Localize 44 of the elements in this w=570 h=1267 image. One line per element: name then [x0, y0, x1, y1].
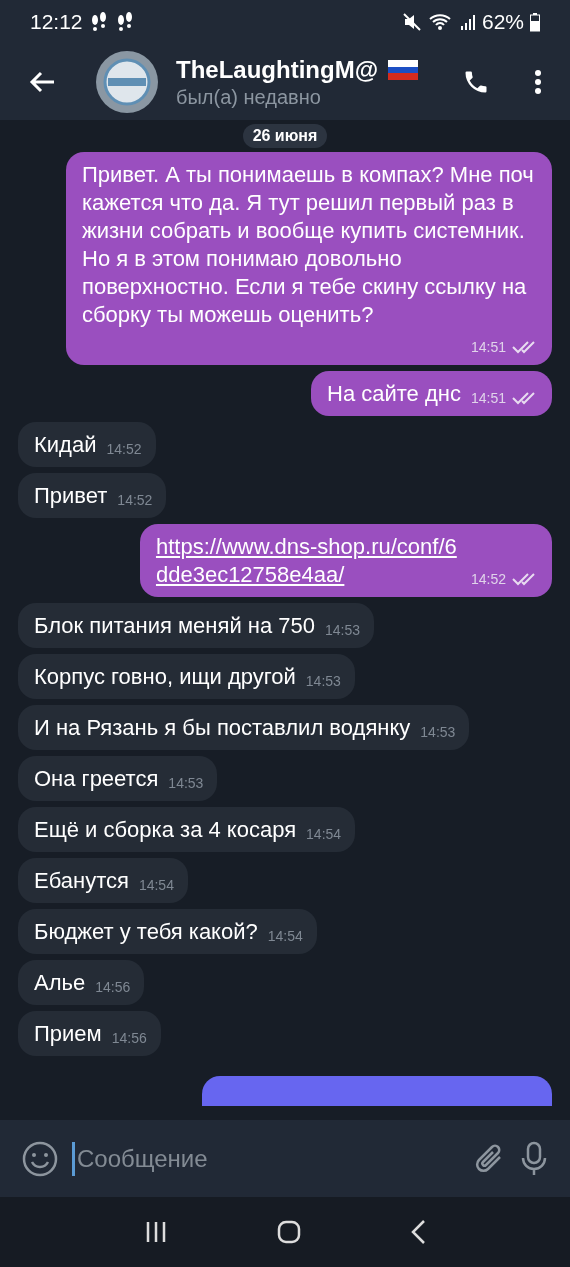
message-time: 14:53	[168, 774, 204, 793]
message-text: Ебанутся	[34, 867, 129, 895]
message-time: 14:52	[470, 570, 506, 589]
message-time: 14:54	[267, 927, 303, 946]
back-icon[interactable]	[409, 1219, 426, 1245]
message-text: На сайте днс	[327, 380, 461, 408]
message-text: Прием	[34, 1020, 102, 1048]
message-text: Привет. А ты понимаешь в компах? Мне поч кажется что да. Я тут решил первый раз в жизни собрать и вообще купить системник. Но я в этом понимаю довольно поверхностно. Если я тебе скину ссылку на сборку ты можешь оценить?	[82, 161, 535, 329]
message-time: 14:56	[111, 1029, 147, 1048]
battery-percent: 62%	[481, 10, 524, 34]
message-text: Кидай	[34, 431, 97, 459]
message-time: 14:54	[306, 825, 342, 844]
mute-icon	[401, 12, 422, 32]
back-arrow-icon[interactable]	[28, 70, 56, 94]
message-time: 14:53	[420, 723, 456, 742]
message-time: 14:52	[106, 440, 142, 459]
date-label: 26 июня	[242, 124, 328, 148]
more-menu-icon[interactable]	[534, 69, 542, 95]
message-time: 14:52	[117, 491, 153, 510]
message-text: Бюджет у тебя какой?	[34, 918, 258, 946]
home-icon[interactable]	[277, 1220, 301, 1244]
message-text: Алье	[34, 969, 86, 997]
message-time: 14:51	[470, 338, 506, 357]
message-text: Она греется	[34, 765, 159, 793]
chat-title: TheLaughtingM@	[176, 55, 379, 84]
message-time: 14:51	[470, 389, 506, 408]
message-time: 14:56	[95, 978, 131, 997]
signal-icon	[459, 12, 476, 32]
battery-icon	[530, 12, 540, 32]
last-seen-status: был(а) недавно	[176, 85, 322, 109]
message-link[interactable]: https://www.dns-shop.ru/conf/6dde3ec12758e4aa/	[155, 533, 461, 589]
message-text: Привет	[34, 482, 108, 510]
message-time: 14:53	[325, 621, 361, 640]
flag-icon	[388, 59, 419, 80]
emoji-icon[interactable]	[22, 1140, 58, 1177]
avatar[interactable]	[96, 51, 158, 113]
status-time: 12:12	[30, 10, 83, 34]
message-text: Ещё и сборка за 4 косаря	[34, 816, 297, 844]
message-text: Корпус говно, ищи другой	[34, 663, 296, 691]
microphone-icon[interactable]	[520, 1140, 548, 1177]
message-text: И на Рязань я бы поставлил водянку	[34, 714, 411, 742]
message-time: 14:53	[305, 672, 341, 691]
message-time: 14:54	[138, 876, 174, 895]
message-text: Блок питания меняй на 750	[34, 612, 315, 640]
